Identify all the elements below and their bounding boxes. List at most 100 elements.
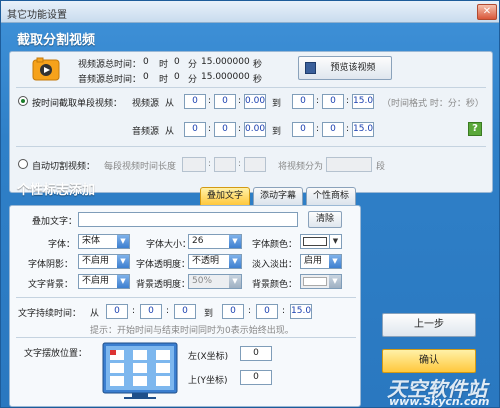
audio-total-seconds-unit: 秒 <box>253 75 263 85</box>
font-label: 字体： <box>48 240 76 250</box>
film-icon <box>305 62 316 74</box>
audio-total-label: 音频源总时间： <box>78 75 142 85</box>
confirm-button[interactable]: 确认 <box>382 349 476 373</box>
audio-to-seconds[interactable]: 15.0 <box>352 122 374 137</box>
video-total-seconds-unit: 秒 <box>253 60 263 70</box>
audio-total-minutes-unit: 分 <box>188 75 198 85</box>
x-coordinate-label: 左(X坐标) <box>188 352 229 362</box>
chevron-down-icon: ▼ <box>229 235 241 248</box>
audio-to-hours[interactable]: 0 <box>292 122 314 137</box>
segment-length-label: 每段视频时间长度 <box>104 162 177 172</box>
video-from-seconds[interactable]: 0.00 <box>244 94 266 109</box>
duration-from-minutes[interactable]: 0 <box>140 304 162 319</box>
font-color-swatch <box>303 237 327 246</box>
transparency-select[interactable]: 不透明 ▼ <box>188 254 242 269</box>
video-to-seconds[interactable]: 15.0 <box>352 94 374 109</box>
transparency-label: 字体透明度： <box>136 260 191 270</box>
tab-overlay-text[interactable]: 叠加文字 <box>200 187 250 205</box>
segment-seconds[interactable] <box>244 157 266 172</box>
audio-total-seconds: 15.000000 <box>201 72 250 82</box>
video-to-minutes[interactable]: 0 <box>322 94 344 109</box>
capture-separator-2 <box>16 146 486 147</box>
clear-button[interactable]: 清除 <box>308 211 342 228</box>
audio-to-label: 到 <box>272 127 282 137</box>
audio-from-minutes[interactable]: 0 <box>214 122 236 137</box>
segment-minutes[interactable] <box>214 157 236 172</box>
position-label: 文字摆放位置： <box>24 349 88 359</box>
tab-logo[interactable]: 个性商标 <box>306 187 356 205</box>
logo-separator <box>16 297 356 298</box>
y-coordinate-input[interactable]: 0 <box>240 370 272 385</box>
shadow-select[interactable]: 不启用 ▼ <box>78 254 130 269</box>
audio-from-hours[interactable]: 0 <box>184 122 206 137</box>
duration-label: 文字持续时间： <box>18 309 82 319</box>
duration-to-hours[interactable]: 0 <box>222 304 244 319</box>
text-bg-label: 文字背景： <box>28 280 74 290</box>
auto-split-radio[interactable] <box>18 159 28 169</box>
bg-color-swatch <box>303 277 327 286</box>
overlay-text-input[interactable] <box>78 212 298 227</box>
colon: : <box>208 124 212 134</box>
text-bg-value: 不启用 <box>82 276 110 286</box>
chevron-down-icon: ▼ <box>329 255 341 268</box>
video-total-minutes: 0 <box>174 57 180 67</box>
duration-to-minutes[interactable]: 0 <box>256 304 278 319</box>
content-area: 截取分割视频 视频源总时间： 0 时 0 分 15.000000 秒 音频源总时… <box>1 23 499 407</box>
duration-from-hours[interactable]: 0 <box>106 304 128 319</box>
audio-from-label: 从 <box>165 127 175 137</box>
help-button[interactable]: ? <box>468 122 482 136</box>
font-select[interactable]: 宋体 ▼ <box>78 234 130 249</box>
position-preview-icon[interactable] <box>102 342 178 400</box>
capture-section-title: 截取分割视频 <box>17 33 96 48</box>
bg-color-picker[interactable]: ▼ <box>300 274 342 289</box>
colon: : <box>248 306 252 316</box>
chevron-down-icon: ▼ <box>229 275 241 288</box>
time-mode-label: 按时间截取单段视频： <box>32 99 123 109</box>
video-from-hours[interactable]: 0 <box>184 94 206 109</box>
window-title: 其它功能设置 <box>7 10 67 21</box>
x-coordinate-input[interactable]: 0 <box>240 346 272 361</box>
video-total-seconds: 15.000000 <box>201 57 250 67</box>
colon: : <box>316 96 320 106</box>
video-total-label: 视频源总时间： <box>78 60 142 70</box>
logo-separator-2 <box>16 337 356 338</box>
capture-separator <box>16 87 486 88</box>
segment-count[interactable] <box>326 157 372 172</box>
video-from-label: 从 <box>165 99 175 109</box>
close-button[interactable]: ✕ <box>477 4 497 20</box>
colon: : <box>132 306 136 316</box>
video-to-hours[interactable]: 0 <box>292 94 314 109</box>
duration-to-seconds[interactable]: 15.0 <box>290 304 312 319</box>
audio-total-minutes: 0 <box>174 72 180 82</box>
chevron-down-icon: ▼ <box>117 275 129 288</box>
transparency-value: 不透明 <box>192 256 220 266</box>
preview-video-button[interactable]: 预览该视频 <box>298 56 392 80</box>
video-from-minutes[interactable]: 0 <box>214 94 236 109</box>
settings-window: 其它功能设置 ✕ 截取分割视频 视频源总时间： 0 时 0 分 15.00000… <box>0 0 500 408</box>
previous-step-button[interactable]: 上一步 <box>382 313 476 337</box>
font-color-label: 字体颜色： <box>252 240 298 250</box>
colon: : <box>316 124 320 134</box>
bg-transparency-select[interactable]: 50% ▼ <box>188 274 242 289</box>
chevron-down-icon: ▼ <box>229 255 241 268</box>
font-size-select[interactable]: 26 ▼ <box>188 234 242 249</box>
font-color-picker[interactable]: ▼ <box>300 234 342 249</box>
text-bg-select[interactable]: 不启用 ▼ <box>78 274 130 289</box>
duration-from-seconds[interactable]: 0 <box>174 304 196 319</box>
tab-moving-subtitle[interactable]: 添动字幕 <box>253 187 303 205</box>
logo-section-title: 个性标志添加 <box>17 183 96 198</box>
bg-transparency-value: 50% <box>192 276 213 286</box>
capture-panel: 视频源总时间： 0 时 0 分 15.000000 秒 音频源总时间： 0 时 … <box>9 51 493 193</box>
segment-hours[interactable] <box>182 157 206 172</box>
overlay-text-label: 叠加文字： <box>32 217 78 227</box>
fade-select[interactable]: 启用 ▼ <box>300 254 342 269</box>
colon: : <box>238 96 242 106</box>
audio-from-seconds[interactable]: 0.00 <box>244 122 266 137</box>
title-bar: 其它功能设置 ✕ <box>1 1 499 23</box>
time-mode-radio[interactable] <box>18 96 28 106</box>
audio-to-minutes[interactable]: 0 <box>322 122 344 137</box>
colon: : <box>238 124 242 134</box>
video-icon <box>32 57 60 83</box>
chevron-down-icon: ▼ <box>117 235 129 248</box>
duration-to-label: 到 <box>204 309 214 319</box>
